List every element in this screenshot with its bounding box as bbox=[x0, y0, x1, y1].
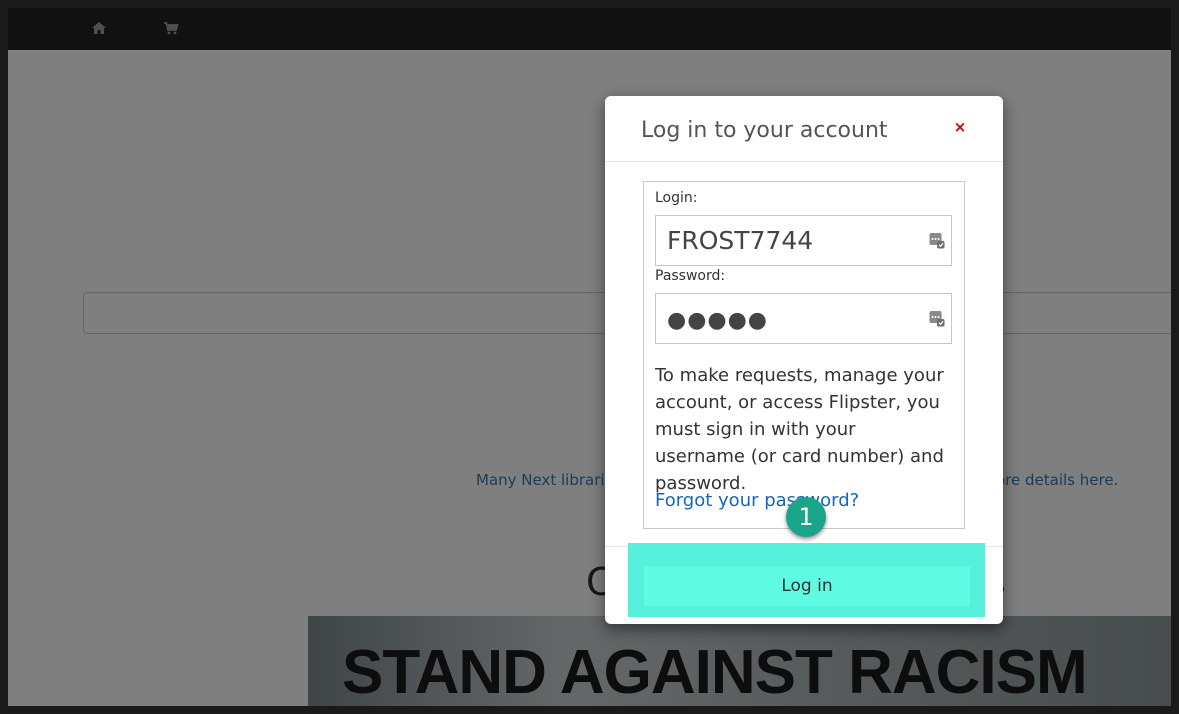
forgot-password-link[interactable]: Forgot your password? bbox=[655, 490, 859, 511]
password-manager-icon[interactable] bbox=[929, 310, 945, 328]
browser-viewport: Many Next librarie ore details here. C s… bbox=[8, 8, 1171, 706]
close-icon[interactable]: × bbox=[953, 118, 967, 136]
password-input[interactable]: ●●●●● bbox=[655, 293, 952, 344]
modal-title: Log in to your account bbox=[641, 118, 888, 143]
modal-header: Log in to your account × bbox=[605, 96, 1003, 162]
login-label: Login: bbox=[655, 190, 698, 206]
login-input[interactable]: FROST7744 bbox=[655, 215, 952, 266]
login-button[interactable]: Log in bbox=[644, 566, 970, 606]
password-mask: ●●●●● bbox=[667, 308, 768, 333]
login-input-value: FROST7744 bbox=[667, 226, 814, 255]
login-form: Login: FROST7744 Password: ●●●●● To make… bbox=[643, 181, 965, 529]
password-label: Password: bbox=[655, 268, 726, 284]
login-help-text: To make requests, manage your account, o… bbox=[655, 365, 944, 494]
step-badge: 1 bbox=[786, 497, 826, 537]
password-manager-icon[interactable] bbox=[929, 232, 945, 250]
